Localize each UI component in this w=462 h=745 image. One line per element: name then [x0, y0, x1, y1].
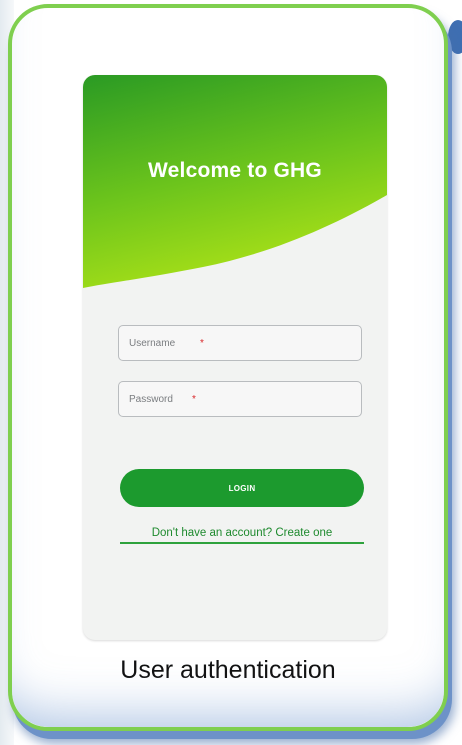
caption: User authentication [120, 656, 336, 684]
password-field[interactable]: * [118, 381, 362, 417]
required-asterisk: * [200, 338, 204, 349]
password-input[interactable] [119, 382, 361, 416]
welcome-title: Welcome to GHG [148, 159, 322, 182]
create-account-link[interactable]: Don't have an account? Create one [120, 527, 364, 544]
login-screen: Welcome to GHG * * LOGIN Don't have an a… [83, 75, 387, 640]
username-field[interactable]: * [118, 325, 362, 361]
required-asterisk: * [192, 394, 196, 405]
background-bubble [448, 20, 462, 54]
feature-card: Welcome to GHG * * LOGIN Don't have an a… [8, 4, 448, 731]
login-button[interactable]: LOGIN [120, 469, 364, 507]
username-input[interactable] [119, 326, 361, 360]
welcome-banner: Welcome to GHG [83, 75, 387, 290]
